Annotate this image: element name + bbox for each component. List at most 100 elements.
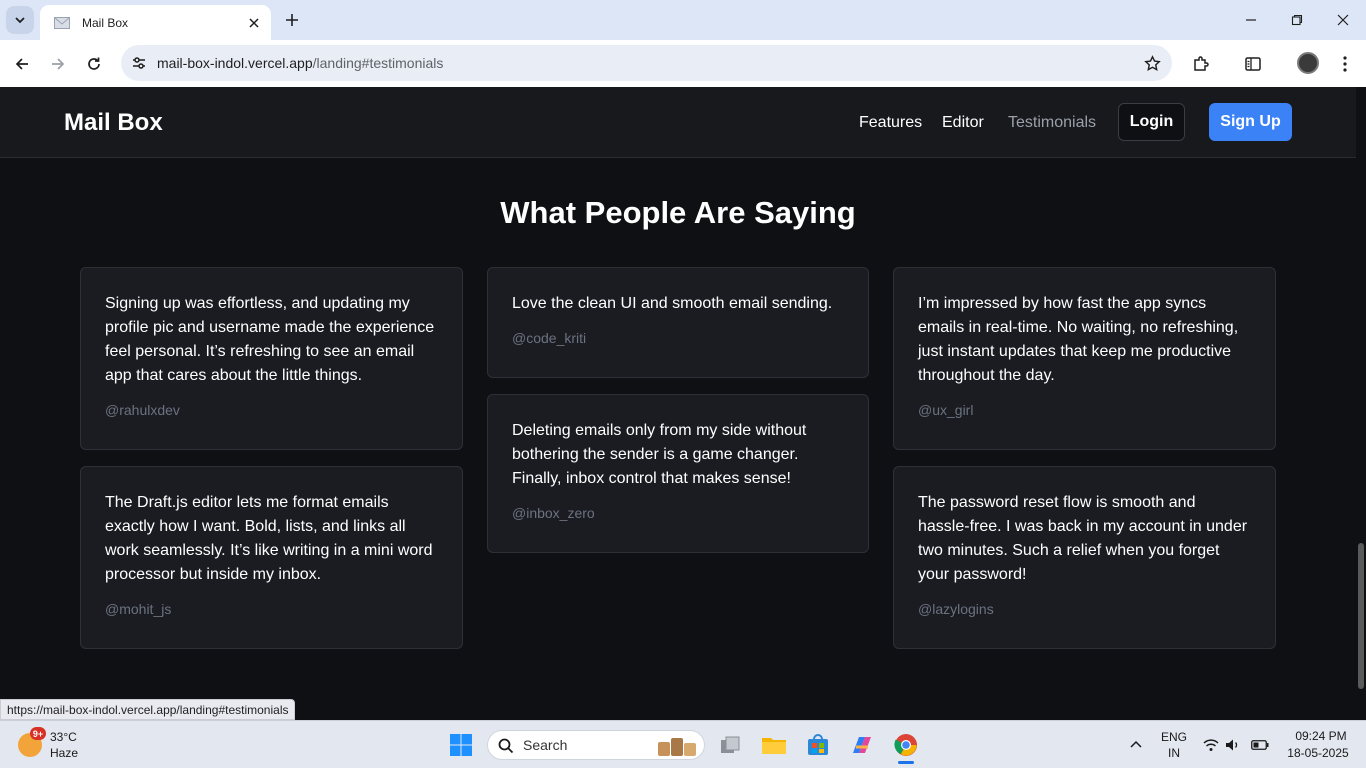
url-text: mail-box-indol.vercel.app/landing#testim…: [157, 55, 443, 71]
search-highlight-icon: [658, 738, 696, 756]
battery-icon: [1251, 740, 1269, 750]
microsoft-store-button[interactable]: [802, 729, 834, 761]
search-icon: [498, 738, 514, 754]
store-icon: [808, 734, 828, 755]
volume-button[interactable]: [1220, 729, 1246, 761]
close-window-button[interactable]: [1320, 7, 1366, 33]
minimize-icon: [1246, 19, 1256, 21]
web-page: Mail Box Features Editor Testimonials Lo…: [0, 87, 1356, 720]
reading-list-button[interactable]: [1241, 52, 1265, 76]
restore-button[interactable]: [1274, 7, 1320, 33]
testimonial-quote: Love the clean UI and smooth email sendi…: [512, 295, 833, 312]
browser-tab-strip: Mail Box: [0, 0, 1366, 40]
tab-search-button[interactable]: [6, 6, 34, 34]
testimonial-quote: Deleting emails only from my side withou…: [512, 422, 807, 487]
testimonial-handle: @lazylogins: [918, 601, 994, 617]
testimonial-card: I’m impressed by how fast the app syncs …: [893, 267, 1276, 450]
speaker-icon: [1226, 739, 1238, 751]
battery-button[interactable]: [1245, 729, 1275, 761]
chrome-taskbar-button[interactable]: [890, 729, 922, 761]
browser-menu-button[interactable]: [1333, 52, 1357, 76]
address-bar[interactable]: mail-box-indol.vercel.app/landing#testim…: [121, 45, 1172, 81]
chevron-down-icon: [15, 17, 25, 24]
notification-badge: 9+: [30, 727, 46, 740]
taskbar-search[interactable]: Search: [487, 730, 705, 760]
puzzle-icon: [1194, 56, 1209, 71]
plus-icon: [286, 14, 298, 26]
site-navbar: Mail Box Features Editor Testimonials Lo…: [0, 87, 1356, 158]
close-icon: [1337, 14, 1349, 26]
tab-close-button[interactable]: [245, 14, 263, 32]
reload-button[interactable]: [80, 50, 108, 78]
section-title: What People Are Saying: [500, 195, 856, 230]
folder-icon: [762, 738, 786, 754]
url-host: mail-box-indol.vercel.app: [157, 55, 313, 71]
nav-link-editor[interactable]: Editor: [942, 114, 984, 132]
forward-button[interactable]: [44, 50, 72, 78]
testimonial-handle: @code_kriti: [512, 330, 587, 346]
copilot-button[interactable]: [846, 729, 878, 761]
nav-link-features[interactable]: Features: [859, 114, 922, 132]
arrow-right-icon: [52, 58, 65, 70]
back-button[interactable]: [8, 50, 36, 78]
show-hidden-icons-button[interactable]: [1120, 729, 1152, 761]
weather-temperature: 33°C: [50, 730, 77, 744]
testimonial-handle: @ux_girl: [918, 402, 974, 418]
testimonial-quote: The password reset flow is smooth and ha…: [918, 494, 1248, 583]
login-button[interactable]: Login: [1118, 103, 1185, 141]
language-indicator-bottom[interactable]: IN: [1160, 746, 1188, 760]
minimize-button[interactable]: [1228, 7, 1274, 33]
start-button[interactable]: [445, 729, 477, 761]
chrome-icon: [894, 734, 917, 756]
testimonial-quote: I’m impressed by how fast the app syncs …: [918, 295, 1239, 384]
chevron-up-icon: [1130, 740, 1142, 748]
windows-logo-icon: [450, 734, 472, 756]
search-placeholder: Search: [523, 737, 568, 753]
reload-icon: [88, 57, 100, 70]
browser-toolbar: mail-box-indol.vercel.app/landing#testim…: [0, 40, 1366, 87]
signup-button[interactable]: Sign Up: [1209, 103, 1292, 141]
site-info-button[interactable]: [129, 53, 149, 73]
testimonial-card: Deleting emails only from my side withou…: [487, 394, 869, 553]
testimonial-card: Signing up was effortless, and updating …: [80, 267, 463, 450]
copilot-icon: [853, 737, 871, 753]
bookmark-button[interactable]: [1142, 53, 1162, 73]
extensions-button[interactable]: [1189, 52, 1213, 76]
brand-logo[interactable]: Mail Box: [64, 109, 163, 137]
restore-icon: [1291, 14, 1303, 26]
profile-avatar[interactable]: [1297, 52, 1319, 74]
browser-tab[interactable]: Mail Box: [40, 5, 271, 40]
task-view-button[interactable]: [714, 729, 746, 761]
active-app-indicator: [898, 761, 914, 764]
task-view-icon: [721, 736, 740, 753]
weather-condition: Haze: [50, 746, 79, 760]
testimonial-card: The password reset flow is smooth and ha…: [893, 466, 1276, 649]
close-icon: [249, 17, 259, 28]
wifi-icon: [1203, 739, 1219, 751]
tab-title: Mail Box: [82, 15, 129, 30]
testimonial-quote: The Draft.js editor lets me format email…: [105, 494, 433, 583]
sidebar-icon: [1245, 57, 1261, 71]
star-icon: [1143, 54, 1161, 71]
tune-icon: [133, 57, 145, 69]
language-indicator-top[interactable]: ENG: [1160, 730, 1188, 744]
clock-date[interactable]: 18-05-2025: [1282, 746, 1354, 760]
weather-widget[interactable]: 9+ 33°C Haze: [16, 727, 106, 763]
kebab-menu-icon: [1343, 56, 1347, 72]
testimonial-card: The Draft.js editor lets me format email…: [80, 466, 463, 649]
taskbar: 9+ 33°C Haze Search ENG IN 09:24 PM 18-0…: [0, 720, 1366, 768]
file-explorer-button[interactable]: [758, 729, 790, 761]
link-status-bar: https://mail-box-indol.vercel.app/landin…: [0, 699, 296, 720]
testimonial-handle: @mohit_js: [105, 601, 172, 617]
testimonial-card: Love the clean UI and smooth email sendi…: [487, 267, 869, 378]
new-tab-button[interactable]: [281, 9, 303, 31]
clock-time[interactable]: 09:24 PM: [1288, 729, 1354, 743]
testimonial-handle: @inbox_zero: [512, 505, 595, 521]
testimonial-handle: @rahulxdev: [105, 402, 180, 418]
mail-icon: [54, 16, 70, 29]
nav-link-testimonials[interactable]: Testimonials: [1008, 114, 1096, 132]
url-path: /landing#testimonials: [312, 55, 444, 71]
testimonial-quote: Signing up was effortless, and updating …: [105, 295, 435, 384]
arrow-left-icon: [15, 58, 28, 70]
scrollbar-thumb[interactable]: [1358, 543, 1364, 689]
